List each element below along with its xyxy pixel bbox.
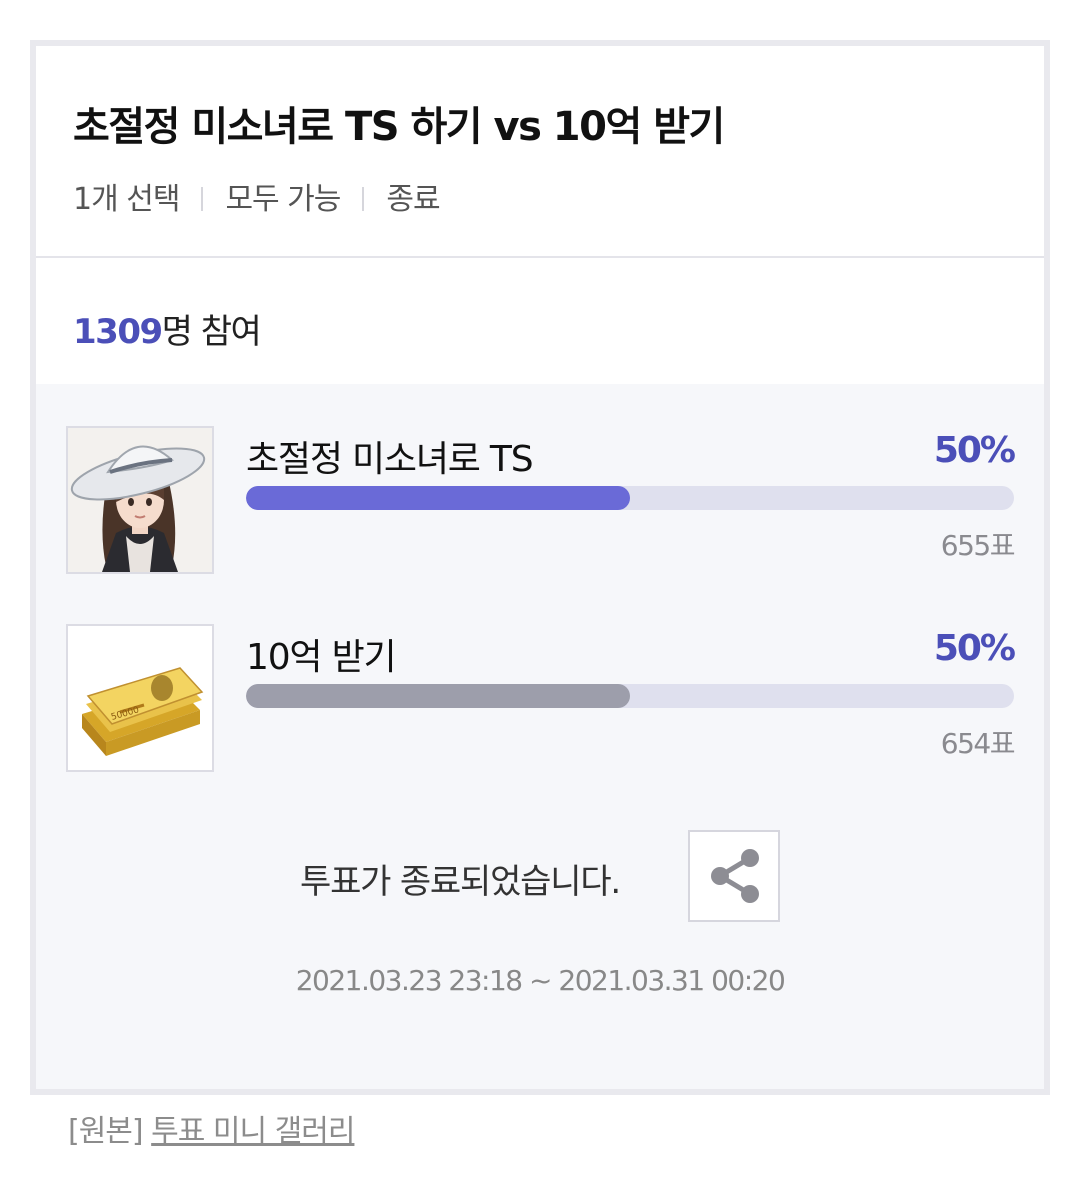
money-stack-icon: 50000 [66, 624, 214, 772]
participant-suffix: 명 참여 [161, 312, 262, 352]
meta-status: 종료 [386, 182, 440, 217]
result-bar-fill [246, 486, 630, 510]
poll-title: 초절정 미소녀로 TS 하기 vs 10억 받기 [73, 104, 725, 150]
option-label: 초절정 미소녀로 TS [246, 439, 534, 480]
option-percent: 50% [933, 628, 1016, 669]
meta-selection: 1개 선택 [73, 182, 180, 217]
share-button[interactable] [688, 830, 780, 922]
result-bar [246, 486, 1014, 510]
participant-count: 1309명 참여 [73, 304, 262, 353]
poll-card: 초절정 미소녀로 TS 하기 vs 10억 받기 1개 선택 모두 가능 종료 13… [30, 40, 1050, 1095]
source-footer: [원본] 투표 미니 갤러리 [68, 1106, 355, 1150]
option-label: 10억 받기 [246, 637, 397, 678]
option-votes: 655표 [940, 529, 1016, 562]
option-votes: 654표 [940, 727, 1016, 760]
option-percent: 50% [933, 430, 1016, 471]
participant-number: 1309 [73, 312, 163, 352]
share-icon [711, 849, 759, 903]
poll-option[interactable]: 50000 10억 받기 50% 654표 [66, 624, 1016, 774]
result-bar [246, 684, 1014, 708]
source-prefix: [원본] [68, 1114, 144, 1149]
poll-header: 초절정 미소녀로 TS 하기 vs 10억 받기 1개 선택 모두 가능 종료 [36, 46, 1044, 258]
girl-in-sunhat-icon [66, 426, 214, 574]
poll-ended-message: 투표가 종료되었습니다. [300, 862, 621, 902]
poll-option[interactable]: 초절정 미소녀로 TS 50% 655표 [66, 426, 1016, 576]
poll-results: 초절정 미소녀로 TS 50% 655표 50000 10억 받기 50% 65… [36, 384, 1044, 1089]
meta-divider [362, 187, 365, 211]
meta-divider [201, 187, 204, 211]
meta-eligibility: 모두 가능 [225, 182, 341, 217]
poll-period: 2021.03.23 23:18 ~ 2021.03.31 00:20 [295, 964, 786, 997]
poll-meta: 1개 선택 모두 가능 종료 [73, 174, 441, 218]
result-bar-fill [246, 684, 630, 708]
source-gallery-link[interactable]: 투표 미니 갤러리 [151, 1114, 355, 1149]
